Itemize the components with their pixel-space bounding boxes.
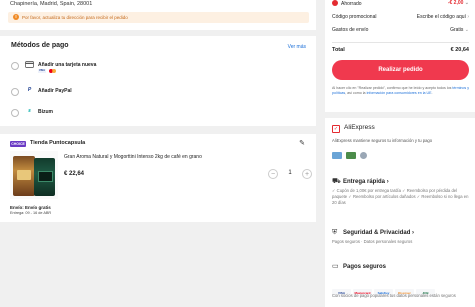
store-name[interactable]: Tienda Puntocapsula [30, 140, 85, 146]
mastercard-icon [48, 69, 56, 73]
legal-notice: Al hacer clic en "Realizar pedido", conf… [332, 86, 469, 95]
promo-code-input[interactable]: Escribe el código aquí › [417, 14, 469, 20]
trust-certificates [332, 146, 371, 164]
security-section: ⛨ Seguridad & Privacidad › Pagos seguros… [332, 229, 469, 245]
secure-payments-text: Con socios de pago populares tus datos p… [332, 293, 456, 298]
fast-delivery-text: ✓ Cupón de 1,00€ por entrega tardía ✓ Re… [332, 188, 469, 205]
security-title: Seguridad & Privacidad › [343, 230, 415, 236]
address-notice: ! Por favor, actualiza tu dirección para… [8, 12, 309, 23]
card-icon: ▭ [332, 263, 339, 270]
certificate-icon [360, 152, 367, 159]
fast-delivery-header[interactable]: ⛟ Entrega rápida › [332, 178, 469, 186]
fast-delivery-title: Entrega rápida › [343, 179, 389, 185]
increase-button[interactable]: + [302, 169, 312, 179]
coffee-bag-image [34, 158, 55, 196]
chevron-down-icon: ⌄ [464, 27, 469, 33]
aliexpress-brand: ✓ AliExpress [332, 124, 375, 133]
address-line[interactable]: Chapinería, Madrid, Spain, 28001 [10, 1, 92, 7]
saved-value[interactable]: -€ 2,00 ⌄ [448, 0, 469, 6]
chevron-right-icon: › [412, 230, 415, 236]
shipping-method: Envío: Envío gratis [10, 205, 51, 210]
truck-icon: ⛟ [332, 178, 341, 185]
total-value: € 20,64 [450, 47, 469, 53]
payment-option-bizum[interactable]: ƶ Bizum [11, 107, 301, 121]
secure-payments-header: ▭ Pagos seguros [332, 263, 469, 271]
saved-row: Ahorrado -€ 2,00 ⌄ [332, 0, 469, 8]
paypal-icon: P [27, 87, 32, 93]
shipping-label: Gastos de envío [332, 27, 369, 33]
promo-label: Código promocional [332, 14, 377, 20]
card-brands: VISA [38, 69, 56, 87]
payment-methods-title: Métodos de pago [11, 42, 69, 49]
shipping-row: Gastos de envío Gratis ⌄ [332, 27, 469, 35]
secure-payments-title: Pagos seguros [343, 264, 387, 270]
saved-label: Ahorrado [332, 0, 362, 7]
fast-delivery-section: ⛟ Entrega rápida › ✓ Cupón de 1,00€ por … [332, 178, 469, 206]
product-price: € 22,64 [64, 171, 85, 177]
security-text: Pagos seguros · Datos personales seguros [332, 239, 413, 244]
secure-payments-section: ▭ Pagos seguros [332, 263, 469, 271]
store-card: CHOICE Tienda Puntocapsula ✎ Gran Aroma … [0, 134, 316, 222]
aliexpress-logo-icon: ✓ [332, 125, 340, 133]
trust-card: ✓ AliExpress AliExpress mantiene seguros … [325, 118, 475, 307]
eu-consumer-info-link[interactable]: información para consumidores en la UE [367, 91, 432, 95]
chevron-down-icon: ⌄ [464, 0, 469, 6]
quantity-stepper: − 1 + [268, 169, 312, 179]
delivery-date: Entrega: 09 - 16 de ABR [10, 211, 52, 215]
address-card: Chapinería, Madrid, Spain, 28001 ! Por f… [0, 0, 316, 30]
total-label: Total [332, 47, 345, 53]
bizum-icon: ƶ [28, 108, 31, 114]
payment-option-label: Añadir una tarjeta nueva [38, 62, 97, 68]
radio-button[interactable] [11, 62, 19, 70]
order-summary-card: Ahorrado -€ 2,00 ⌄ Código promocional Es… [325, 0, 475, 112]
product-title[interactable]: Gran Aroma Natural y Mogorttini Intenso … [64, 154, 202, 160]
aliexpress-tagline: AliExpress mantiene seguros tu informaci… [332, 138, 433, 143]
certificate-icon [346, 152, 356, 159]
warning-icon: ! [13, 14, 19, 20]
payment-methods-card: Métodos de pago Ver más Añadir una tarje… [0, 36, 316, 126]
place-order-button[interactable]: Realizar pedido [332, 60, 469, 80]
promo-row[interactable]: Código promocional Escribe el código aqu… [332, 14, 469, 22]
see-more-link[interactable]: Ver más [288, 44, 306, 50]
coffee-bag-image [13, 156, 35, 196]
radio-button[interactable] [11, 109, 19, 117]
shield-icon: ⛨ [332, 229, 338, 236]
quantity-value[interactable]: 1 [282, 170, 298, 176]
checkout-page: Chapinería, Madrid, Spain, 28001 ! Por f… [0, 0, 475, 307]
certificate-icon [332, 152, 342, 159]
divider [332, 42, 469, 43]
security-header[interactable]: ⛨ Seguridad & Privacidad › [332, 229, 469, 237]
product-image[interactable] [10, 151, 58, 199]
payment-option-paypal[interactable]: P Añadir PayPal [11, 86, 301, 100]
edit-icon[interactable]: ✎ [299, 139, 305, 147]
visa-logo: VISA [38, 69, 46, 73]
total-row: Total € 20,64 [332, 47, 469, 55]
payment-option-card[interactable]: Añadir una tarjeta nueva VISA [11, 60, 301, 74]
secure-payments-body: Con socios de pago populares tus datos p… [332, 293, 469, 299]
page-background [0, 226, 316, 307]
radio-button[interactable] [11, 88, 19, 96]
choice-badge: CHOICE [10, 141, 26, 147]
decrease-button[interactable]: − [268, 169, 278, 179]
coin-icon [332, 0, 338, 6]
payment-option-label: Añadir PayPal [38, 88, 72, 94]
chevron-right-icon: › [467, 14, 469, 20]
address-notice-text: Por favor, actualiza tu dirección para r… [22, 15, 128, 20]
chevron-right-icon: › [386, 179, 389, 185]
credit-card-icon [25, 61, 34, 68]
shipping-value[interactable]: Gratis ⌄ [450, 27, 469, 33]
payment-option-label: Bizum [38, 109, 53, 115]
